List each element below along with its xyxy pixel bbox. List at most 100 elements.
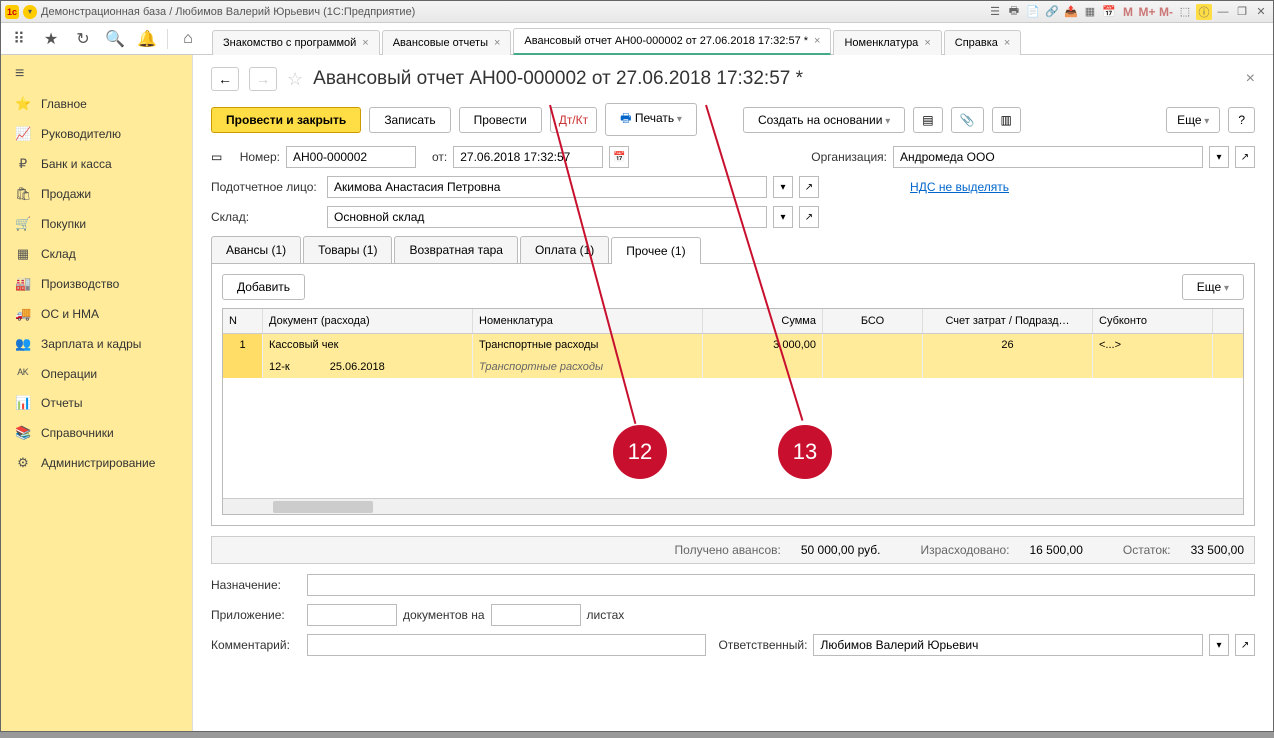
col-sum[interactable]: Сумма: [703, 309, 823, 333]
table-empty-area[interactable]: [223, 378, 1243, 498]
star-icon[interactable]: ★: [39, 27, 63, 51]
sidebar-item-salary[interactable]: 👥Зарплата и кадры: [1, 329, 192, 359]
open-icon[interactable]: ↗: [1235, 634, 1255, 656]
settings-icon[interactable]: ⬚: [1177, 4, 1193, 20]
titlebar-dropdown-icon[interactable]: ▾: [23, 5, 37, 19]
tab-intro[interactable]: Знакомство с программой×: [212, 30, 380, 55]
calendar-icon[interactable]: 📅: [609, 146, 629, 168]
doc-icon[interactable]: 📄: [1025, 4, 1041, 20]
close-icon[interactable]: ×: [924, 37, 930, 49]
number-input[interactable]: [286, 146, 416, 168]
sidebar-item-bank[interactable]: ₽Банк и касса: [1, 149, 192, 179]
sidebar-item-sales[interactable]: 🛍Продажи: [1, 179, 192, 209]
post-and-close-button[interactable]: Провести и закрыть: [211, 107, 361, 133]
scroll-thumb[interactable]: [273, 501, 373, 513]
date-input[interactable]: [453, 146, 603, 168]
sidebar-item-assets[interactable]: 🚚ОС и НМА: [1, 299, 192, 329]
person-input[interactable]: [327, 176, 767, 198]
col-bso[interactable]: БСО: [823, 309, 923, 333]
sidebar-item-production[interactable]: 🏭Производство: [1, 269, 192, 299]
attach-button[interactable]: 📎: [951, 107, 984, 133]
print-button[interactable]: 🖶 Печать: [605, 103, 697, 136]
favorite-star-icon[interactable]: ☆: [287, 69, 303, 90]
maximize-icon[interactable]: ❐: [1234, 4, 1250, 20]
sheets-input[interactable]: [491, 604, 581, 626]
tab-nomenclature[interactable]: Номенклатура×: [833, 30, 941, 55]
tab-payment[interactable]: Оплата (1): [520, 236, 609, 263]
warehouse-input[interactable]: [327, 206, 767, 228]
col-subconto[interactable]: Субконто: [1093, 309, 1213, 333]
notify-icon[interactable]: 🔔: [135, 27, 159, 51]
sidebar-item-directories[interactable]: 📚Справочники: [1, 418, 192, 448]
help-button[interactable]: ?: [1228, 107, 1255, 133]
open-icon[interactable]: ↗: [1235, 146, 1255, 168]
tab-advance-report-doc[interactable]: Авансовый отчет АН00-000002 от 27.06.201…: [513, 28, 831, 55]
add-row-button[interactable]: Добавить: [222, 274, 305, 300]
comment-input[interactable]: [307, 634, 707, 656]
structure-button[interactable]: ▤: [913, 107, 942, 133]
vat-link[interactable]: НДС не выделять: [910, 180, 1009, 194]
responsible-input[interactable]: [813, 634, 1203, 656]
print-icon[interactable]: 🖶: [1006, 4, 1022, 20]
sidebar-menu-icon[interactable]: ≡: [1, 59, 192, 89]
calc-icon[interactable]: ▦: [1082, 4, 1098, 20]
col-n[interactable]: N: [223, 309, 263, 333]
dropdown-icon[interactable]: ▾: [773, 206, 793, 228]
table-more-button[interactable]: Еще: [1182, 274, 1244, 300]
sidebar-item-warehouse[interactable]: ▦Склад: [1, 239, 192, 269]
search-icon[interactable]: 🔍: [103, 27, 127, 51]
post-button[interactable]: Провести: [459, 107, 542, 133]
tab-advances[interactable]: Авансы (1): [211, 236, 301, 263]
apps-icon[interactable]: ⠿: [7, 27, 31, 51]
close-document-icon[interactable]: ×: [1246, 70, 1255, 88]
balance-label: Остаток:: [1123, 543, 1171, 557]
list-button[interactable]: ▥: [992, 107, 1021, 133]
col-document[interactable]: Документ (расхода): [263, 309, 473, 333]
close-icon[interactable]: ×: [814, 35, 820, 47]
dropdown-icon[interactable]: ▾: [1209, 146, 1229, 168]
dropdown-icon[interactable]: ▾: [1209, 634, 1229, 656]
sidebar-item-admin[interactable]: ⚙Администрирование: [1, 448, 192, 478]
calendar-icon[interactable]: 📅: [1101, 4, 1117, 20]
tab-other[interactable]: Прочее (1): [611, 237, 700, 264]
purpose-input[interactable]: [307, 574, 1255, 596]
org-input[interactable]: [893, 146, 1203, 168]
dropdown-icon[interactable]: ▾: [773, 176, 793, 198]
close-icon[interactable]: ×: [494, 37, 500, 49]
close-icon[interactable]: ×: [362, 37, 368, 49]
memory-mplus-icon[interactable]: M+: [1139, 4, 1155, 20]
close-window-icon[interactable]: ✕: [1253, 4, 1269, 20]
col-account[interactable]: Счет затрат / Подразд…: [923, 309, 1093, 333]
open-icon[interactable]: ↗: [799, 176, 819, 198]
history-icon[interactable]: ↻: [71, 27, 95, 51]
tab-help[interactable]: Справка×: [944, 30, 1022, 55]
info-icon[interactable]: ⓘ: [1196, 4, 1212, 20]
titlebar-tool-icon[interactable]: ☰: [987, 4, 1003, 20]
export-icon[interactable]: 📤: [1063, 4, 1079, 20]
link-icon[interactable]: 🔗: [1044, 4, 1060, 20]
sidebar-item-main[interactable]: ⭐Главное: [1, 89, 192, 119]
sidebar-item-manager[interactable]: 📈Руководителю: [1, 119, 192, 149]
table-row[interactable]: 12-к25.06.2018 Транспортные расходы: [223, 356, 1243, 378]
nav-forward-button[interactable]: →: [249, 67, 277, 91]
more-button[interactable]: Еще: [1166, 107, 1220, 133]
close-icon[interactable]: ×: [1004, 37, 1010, 49]
create-based-button[interactable]: Создать на основании: [743, 107, 905, 133]
open-icon[interactable]: ↗: [799, 206, 819, 228]
table-row[interactable]: 1 Кассовый чек Транспортные расходы 3 00…: [223, 334, 1243, 356]
sidebar-item-operations[interactable]: ᴬᴷОперации: [1, 359, 192, 388]
nav-back-button[interactable]: ←: [211, 67, 239, 91]
sidebar-item-purchases[interactable]: 🛒Покупки: [1, 209, 192, 239]
horizontal-scrollbar[interactable]: [223, 498, 1243, 514]
memory-m-icon[interactable]: M: [1120, 4, 1136, 20]
memory-mminus-icon[interactable]: M-: [1158, 4, 1174, 20]
tab-returnable[interactable]: Возвратная тара: [394, 236, 518, 263]
docs-count-input[interactable]: [307, 604, 397, 626]
sidebar-item-reports[interactable]: 📊Отчеты: [1, 388, 192, 418]
minimize-icon[interactable]: —: [1215, 4, 1231, 20]
tab-goods[interactable]: Товары (1): [303, 236, 392, 263]
col-nomenclature[interactable]: Номенклатура: [473, 309, 703, 333]
save-button[interactable]: Записать: [369, 107, 450, 133]
tab-advance-reports[interactable]: Авансовые отчеты×: [382, 30, 512, 55]
home-icon[interactable]: ⌂: [176, 27, 200, 51]
